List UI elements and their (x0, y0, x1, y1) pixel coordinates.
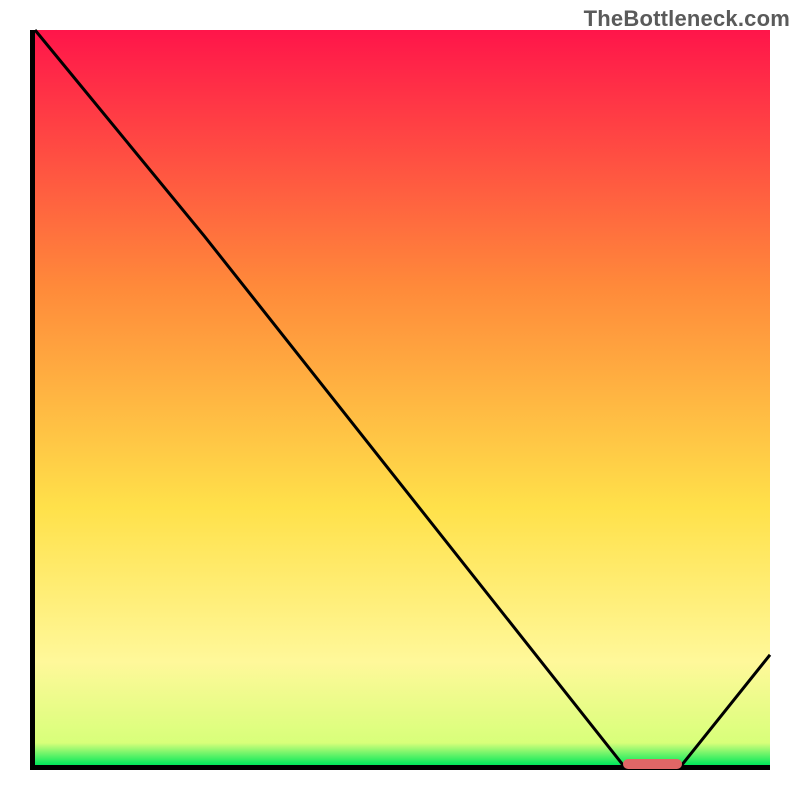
plot-area (35, 30, 770, 765)
chart-svg (35, 30, 770, 765)
gradient-background (35, 30, 770, 765)
watermark-text: TheBottleneck.com (584, 6, 790, 32)
chart-container: TheBottleneck.com (0, 0, 800, 800)
optimal-range-marker (623, 759, 682, 769)
